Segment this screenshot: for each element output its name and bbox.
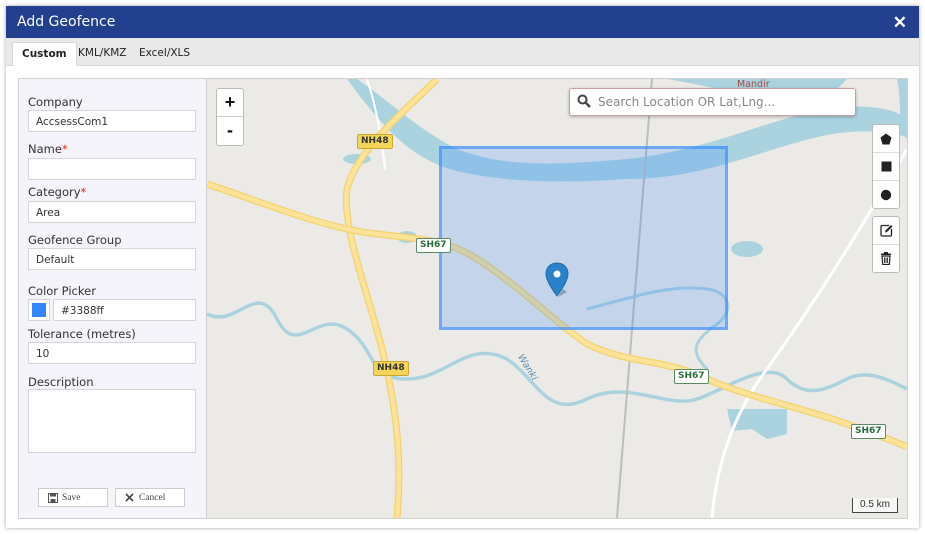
- edit-layers-icon[interactable]: [873, 217, 899, 244]
- category-select[interactable]: Area: [28, 201, 196, 223]
- location-marker-icon[interactable]: [543, 262, 573, 298]
- save-button-label: Save: [62, 493, 81, 503]
- color-value-field[interactable]: #3388ff: [53, 299, 196, 321]
- close-icon[interactable]: ✕: [893, 13, 907, 33]
- road-label-sh67-left: SH67: [416, 238, 451, 253]
- tab-bar: Custom KML/KMZ Excel/XLS: [6, 38, 919, 66]
- tab-custom[interactable]: Custom: [12, 42, 77, 66]
- tolerance-field[interactable]: 10: [28, 342, 196, 364]
- description-label: Description: [28, 375, 94, 389]
- road-label-nh48-top: NH48: [357, 134, 393, 149]
- save-button[interactable]: Save: [38, 488, 108, 507]
- color-picker-label: Color Picker: [28, 284, 96, 298]
- cancel-button-label: Cancel: [139, 493, 166, 503]
- category-label: Category*: [28, 185, 86, 199]
- color-swatch[interactable]: [28, 299, 50, 321]
- geofence-form: Company AccsessCom1 Name* Category* Area…: [19, 79, 207, 518]
- road-label-sh67-right: SH67: [851, 424, 886, 439]
- floppy-icon: [48, 493, 58, 503]
- zoom-out-button[interactable]: -: [217, 117, 243, 144]
- name-label-text: Name: [28, 142, 62, 156]
- category-label-text: Category: [28, 185, 81, 199]
- polygon-tool-icon[interactable]: [873, 125, 899, 152]
- geofence-group-label: Geofence Group: [28, 233, 122, 247]
- name-label: Name*: [28, 142, 68, 156]
- draw-toolbar: [872, 124, 900, 209]
- tab-kml-kmz[interactable]: KML/KMZ: [69, 42, 135, 65]
- tab-excel-xls[interactable]: Excel/XLS: [130, 42, 199, 65]
- description-field[interactable]: [28, 389, 196, 453]
- road-label-nh48-bottom: NH48: [373, 361, 409, 376]
- add-geofence-dialog: Add Geofence ✕ Custom KML/KMZ Excel/XLS …: [6, 6, 919, 528]
- required-marker: *: [80, 185, 87, 199]
- dialog-title: Add Geofence: [17, 14, 116, 30]
- cancel-button[interactable]: Cancel: [115, 488, 185, 507]
- company-label: Company: [28, 95, 83, 109]
- geofence-group-select[interactable]: Default: [28, 248, 196, 270]
- circle-tool-icon[interactable]: [873, 180, 899, 208]
- geofence-rectangle[interactable]: [439, 146, 728, 330]
- zoom-control: + -: [216, 88, 244, 146]
- edit-toolbar: [872, 216, 900, 273]
- location-search-box[interactable]: Search Location OR Lat,Lng...: [569, 88, 856, 116]
- geofence-content: Company AccsessCom1 Name* Category* Area…: [18, 78, 908, 519]
- dialog-titlebar: Add Geofence ✕: [6, 6, 919, 38]
- search-icon: [577, 94, 591, 108]
- company-field[interactable]: AccsessCom1: [28, 110, 196, 132]
- map-scale: 0.5 km: [852, 498, 898, 513]
- x-icon: [125, 493, 134, 502]
- road-label-sh67-mid: SH67: [674, 369, 709, 384]
- search-placeholder: Search Location OR Lat,Lng...: [598, 95, 776, 109]
- tolerance-label: Tolerance (metres): [28, 327, 136, 341]
- rectangle-tool-icon[interactable]: [873, 152, 899, 180]
- delete-layers-icon[interactable]: [873, 244, 899, 272]
- required-marker: *: [61, 142, 68, 156]
- map-canvas[interactable]: NH48 NH48 SH67 SH67 SH67 Mandir Wanki + …: [207, 79, 907, 518]
- name-field[interactable]: [28, 158, 196, 180]
- zoom-in-button[interactable]: +: [217, 89, 243, 117]
